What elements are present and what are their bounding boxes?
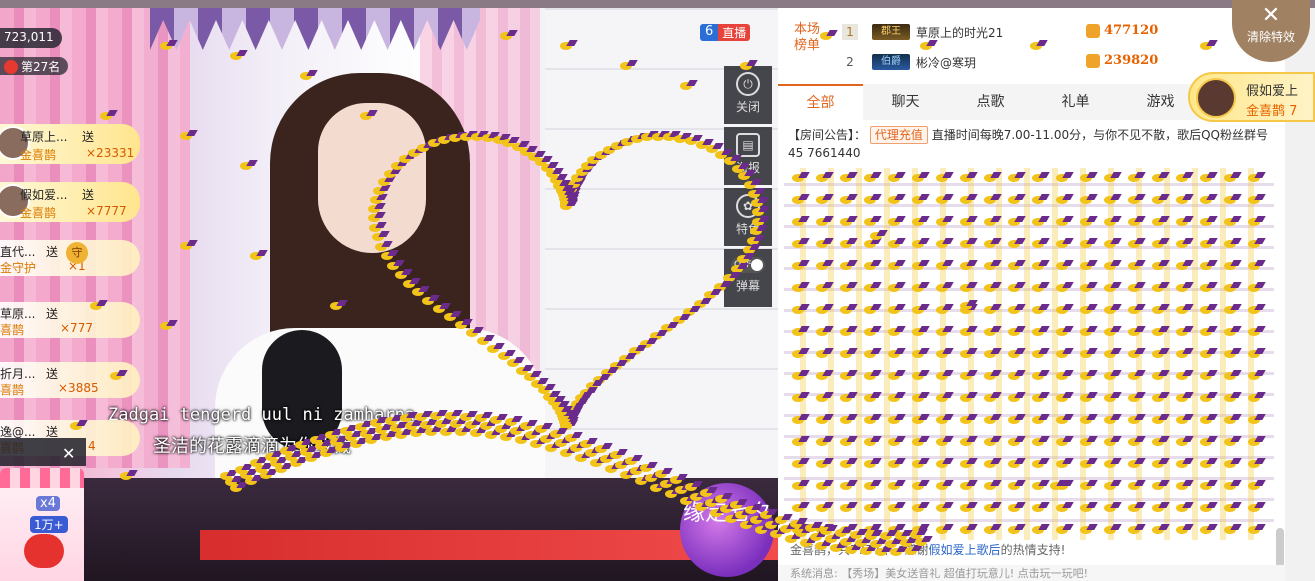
poster-icon: ▤ <box>736 133 760 157</box>
fan-name: 假如爱上 <box>1246 84 1299 99</box>
gift-sender: 草原... <box>0 307 36 321</box>
gift-sender: 折月... <box>0 367 36 381</box>
lyric-line-1: Zadgai tengerd uul ni zamharna <box>108 405 416 425</box>
clear-effects-label: 清除特效 <box>1246 30 1295 44</box>
close-button[interactable]: ⏻ 关闭 <box>724 66 772 124</box>
rank-username: 彬冷@寒玥 <box>916 56 977 70</box>
tab-song-request[interactable]: 点歌 <box>948 84 1033 120</box>
ranking-box: 本场榜单 1 郡王 草原上的时光21 477120 2 伯爵 彬冷@寒玥 239… <box>778 8 1285 80</box>
gift-feed-item[interactable]: 直代... 送 金守护 ×1 守 <box>0 240 140 276</box>
gift-verb: 送 <box>46 307 59 321</box>
thanks-after: 的热情支持! <box>1000 543 1066 557</box>
gift-sender: 草原上... <box>20 130 68 144</box>
guard-icon: 守 <box>66 242 88 264</box>
gift-name: 金喜鹊 <box>20 206 57 220</box>
danmaku-toggle[interactable]: OFF <box>731 257 765 273</box>
tool-label: 海报 <box>735 161 760 175</box>
thanks-message: 金喜鹊，共7777个，感谢假如爱上歌后的热情支持! <box>790 541 1065 558</box>
coin-icon <box>1086 24 1100 38</box>
video-player[interactable]: Zadgai tengerd uul ni zamharna 圣洁的花露滴滴为你… <box>0 8 778 581</box>
gift-sender: 直代... <box>0 245 36 259</box>
close-icon: ✕ <box>1261 3 1281 28</box>
feature-icon: ✿ <box>736 194 760 218</box>
ranking-label: 本场榜单 <box>794 22 821 53</box>
tool-label: 关闭 <box>735 100 760 114</box>
fan-card[interactable]: 假如爱上 金喜鹊 7 <box>1188 72 1315 122</box>
live-number: 6 <box>700 24 719 41</box>
gift-count: 4 <box>88 439 96 453</box>
live-badge: 6 直播 <box>700 24 751 41</box>
lyric-line-2: 圣洁的花露滴滴为你收藏 <box>153 436 351 457</box>
level-badge: 伯爵 <box>872 54 910 70</box>
game-popup[interactable]: x4 1万+ <box>0 468 84 581</box>
gift-verb: 送 <box>82 130 95 144</box>
fan-gift: 金喜鹊 7 <box>1246 104 1298 119</box>
gift-name: 金喜鹊 <box>20 148 57 162</box>
hot-icon <box>4 59 18 74</box>
gift-name: 喜鹊 <box>0 323 25 337</box>
viewer-count-value: 723,011 <box>4 30 54 44</box>
poster-button[interactable]: ▤ 海报 <box>724 127 772 185</box>
agent-recharge-link[interactable]: 代理充值 <box>869 126 928 144</box>
thanks-user[interactable]: 假如爱上歌后 <box>929 543 1001 557</box>
rank-username: 草原上的时光21 <box>916 26 1004 40</box>
rank-badge[interactable]: 第27名 <box>0 57 69 75</box>
gift-name: 喜鹊 <box>0 383 25 397</box>
notice-prefix: 【房间公告】： <box>788 128 867 142</box>
tab-all[interactable]: 全部 <box>778 84 863 120</box>
gift-name: 金守护 <box>0 261 37 275</box>
level-badge: 郡王 <box>872 24 910 40</box>
ranking-row[interactable]: 2 伯爵 彬冷@寒玥 239820 <box>842 52 1262 74</box>
red-mascot-icon <box>24 534 64 568</box>
multiplier-badge: x4 <box>36 496 60 511</box>
gift-feed-item[interactable]: 折月... 送 喜鹊 ×3885 <box>0 362 140 398</box>
power-icon: ⏻ <box>736 72 760 96</box>
tool-label: 弹幕 <box>735 279 760 293</box>
rank-number: 1 <box>842 24 858 40</box>
gift-feed-item[interactable]: 假如爱... 送 金喜鹊 ×7777 <box>0 182 140 222</box>
room-notice: 【房间公告】： 代理充值 直播时间每晚7.00-11.00分，与你不见不散，歌后… <box>788 126 1278 162</box>
top-strip <box>0 0 1315 8</box>
ranking-row[interactable]: 1 郡王 草原上的时光21 477120 <box>842 22 1262 44</box>
viewer-count: 723,011 <box>0 28 62 48</box>
close-icon[interactable]: ✕ <box>62 444 75 463</box>
amount-badge: 1万+ <box>30 516 68 533</box>
thanks-before: 金喜鹊，共7777个，感谢 <box>790 543 929 557</box>
qixi-badge[interactable]: 缘定七夕 <box>680 483 774 577</box>
live-text: 直播 <box>718 24 751 41</box>
tool-label: 特色 <box>735 222 760 236</box>
chat-scrollbar[interactable] <box>1276 528 1284 568</box>
system-message: 系统消息: 【秀场】美女送音礼 超值打玩意儿! 点击玩一玩吧! <box>778 565 1285 581</box>
feature-button[interactable]: ✿ 特色 <box>724 188 772 246</box>
gift-count: ×23331 <box>86 146 135 160</box>
tab-chat[interactable]: 聊天 <box>863 84 948 120</box>
gift-verb: 送 <box>46 367 59 381</box>
curtain-left <box>0 8 190 468</box>
gift-verb: 送 <box>82 188 95 202</box>
streamer-face <box>318 103 426 253</box>
tab-gift-list[interactable]: 礼单 <box>1033 84 1118 120</box>
rank-text: 第27名 <box>21 60 61 74</box>
rank-score: 239820 <box>1104 53 1159 68</box>
gift-sender: 假如爱... <box>20 188 68 202</box>
gift-count: ×3885 <box>58 381 99 395</box>
avatar <box>1196 78 1236 118</box>
notice-text-2: 7661440 <box>807 146 861 160</box>
rank-score: 477120 <box>1104 23 1159 38</box>
popup-awning <box>0 468 84 488</box>
gift-verb: 送 <box>46 245 59 259</box>
gift-count: ×7777 <box>86 204 127 218</box>
coin-icon <box>1086 54 1100 68</box>
tool-column: ⏻ 关闭 ▤ 海报 ✿ 特色 OFF 弹幕 <box>724 66 772 310</box>
gift-feed-item[interactable]: 草原... 送 喜鹊 ×777 <box>0 302 140 338</box>
gift-count: ×777 <box>60 321 93 335</box>
danmaku-button[interactable]: OFF 弹幕 <box>724 249 772 307</box>
gift-feed-item[interactable]: 草原上... 送 金喜鹊 ×23331 <box>0 124 140 164</box>
chat-message-area[interactable] <box>784 168 1274 540</box>
rank-number: 2 <box>846 55 854 69</box>
